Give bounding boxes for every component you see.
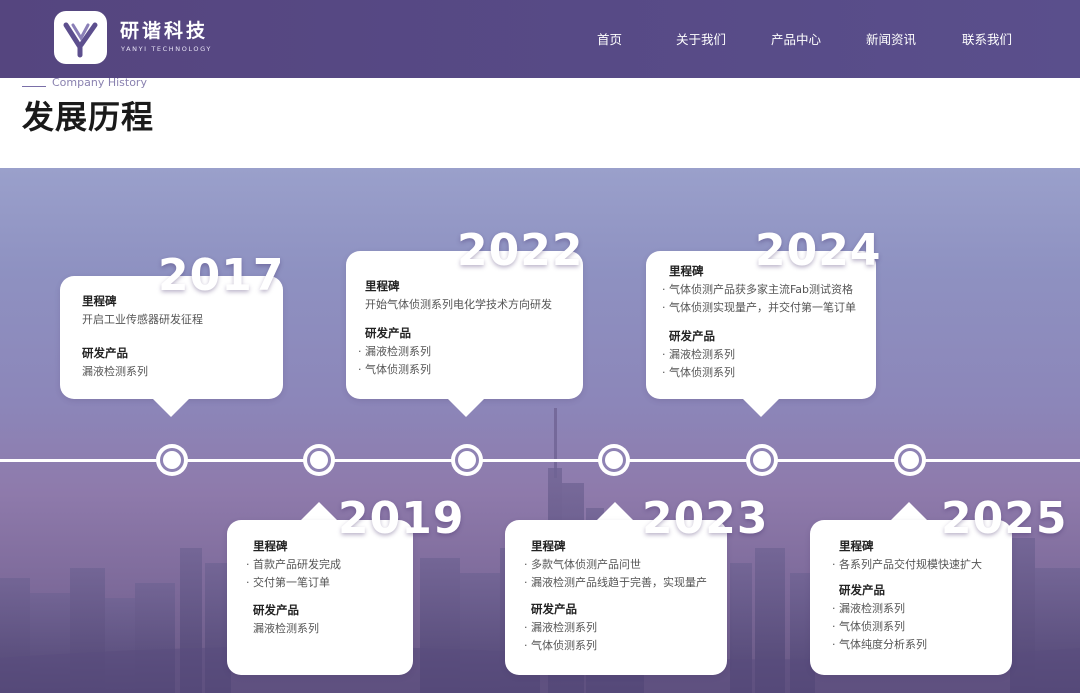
timeline-node-2022[interactable] xyxy=(451,444,483,476)
nav-about[interactable]: 关于我们 xyxy=(676,32,726,48)
product-item: 漏液检测系列 xyxy=(253,622,319,635)
card-pointer xyxy=(891,502,927,520)
product-item: · 漏液检测系列 xyxy=(524,621,597,634)
subtitle-divider xyxy=(22,86,46,87)
year-2025: 2025 xyxy=(941,493,1068,544)
product-item: · 气体纯度分析系列 xyxy=(832,638,927,651)
products-heading: 研发产品 xyxy=(253,603,299,617)
milestone-item: · 各系列产品交付规模快速扩大 xyxy=(832,558,982,571)
year-2023: 2023 xyxy=(642,493,769,544)
milestone-item: 开启工业传感器研发征程 xyxy=(82,313,203,326)
page-title: 发展历程 xyxy=(22,98,155,136)
milestone-heading: 里程碑 xyxy=(365,279,400,293)
timeline-node-2017[interactable] xyxy=(156,444,188,476)
products-heading: 研发产品 xyxy=(82,346,128,360)
logo-icon[interactable] xyxy=(54,11,107,64)
timeline-node-2024[interactable] xyxy=(746,444,778,476)
milestone-item: 开始气体侦测系列电化学技术方向研发 xyxy=(365,298,552,311)
card-pointer xyxy=(301,502,337,520)
section-subtitle: Company History xyxy=(52,76,147,89)
nav-products[interactable]: 产品中心 xyxy=(771,32,821,48)
top-nav-bar: 研谐科技 YANYI TECHNOLOGY 首页 关于我们 产品中心 新闻资讯 … xyxy=(0,0,1080,78)
milestone-item: · 交付第一笔订单 xyxy=(246,576,330,589)
year-2019: 2019 xyxy=(338,493,465,544)
products-heading: 研发产品 xyxy=(531,602,577,616)
product-item: · 气体侦测系列 xyxy=(524,639,597,652)
milestone-heading: 里程碑 xyxy=(253,539,288,553)
brand-name: 研谐科技 xyxy=(120,20,209,42)
product-item: · 气体侦测系列 xyxy=(662,366,735,379)
card-pointer xyxy=(597,502,633,520)
products-heading: 研发产品 xyxy=(669,329,715,343)
card-pointer xyxy=(153,399,189,417)
card-pointer xyxy=(743,399,779,417)
milestone-item: · 多款气体侦测产品问世 xyxy=(524,558,641,571)
brand-name-en: YANYI TECHNOLOGY xyxy=(121,45,212,53)
milestone-item: · 气体侦测实现量产，并交付第一笔订单 xyxy=(662,301,856,314)
timeline-node-2025[interactable] xyxy=(894,444,926,476)
milestone-item: · 漏液检测产品线趋于完善，实现量产 xyxy=(524,576,707,589)
year-2022: 2022 xyxy=(457,225,584,276)
nav-contact[interactable]: 联系我们 xyxy=(962,32,1012,48)
product-item: · 漏液检测系列 xyxy=(832,602,905,615)
timeline-node-2023[interactable] xyxy=(598,444,630,476)
milestone-heading: 里程碑 xyxy=(531,539,566,553)
product-item: · 漏液检测系列 xyxy=(662,348,735,361)
milestone-heading: 里程碑 xyxy=(669,264,704,278)
products-heading: 研发产品 xyxy=(365,326,411,340)
milestone-heading: 里程碑 xyxy=(839,539,874,553)
nav-home[interactable]: 首页 xyxy=(597,32,622,48)
product-item: 漏液检测系列 xyxy=(82,365,148,378)
card-pointer xyxy=(448,399,484,417)
products-heading: 研发产品 xyxy=(839,583,885,597)
timeline-node-2019[interactable] xyxy=(303,444,335,476)
product-item: · 气体侦测系列 xyxy=(832,620,905,633)
year-2024: 2024 xyxy=(755,225,882,276)
year-2017: 2017 xyxy=(158,250,285,301)
milestone-item: · 首款产品研发完成 xyxy=(246,558,341,571)
nav-news[interactable]: 新闻资讯 xyxy=(866,32,916,48)
milestone-item: · 气体侦测产品获多家主流Fab测试资格 xyxy=(662,283,854,296)
milestone-heading: 里程碑 xyxy=(82,294,117,308)
product-item: · 气体侦测系列 xyxy=(358,363,431,376)
product-item: · 漏液检测系列 xyxy=(358,345,431,358)
